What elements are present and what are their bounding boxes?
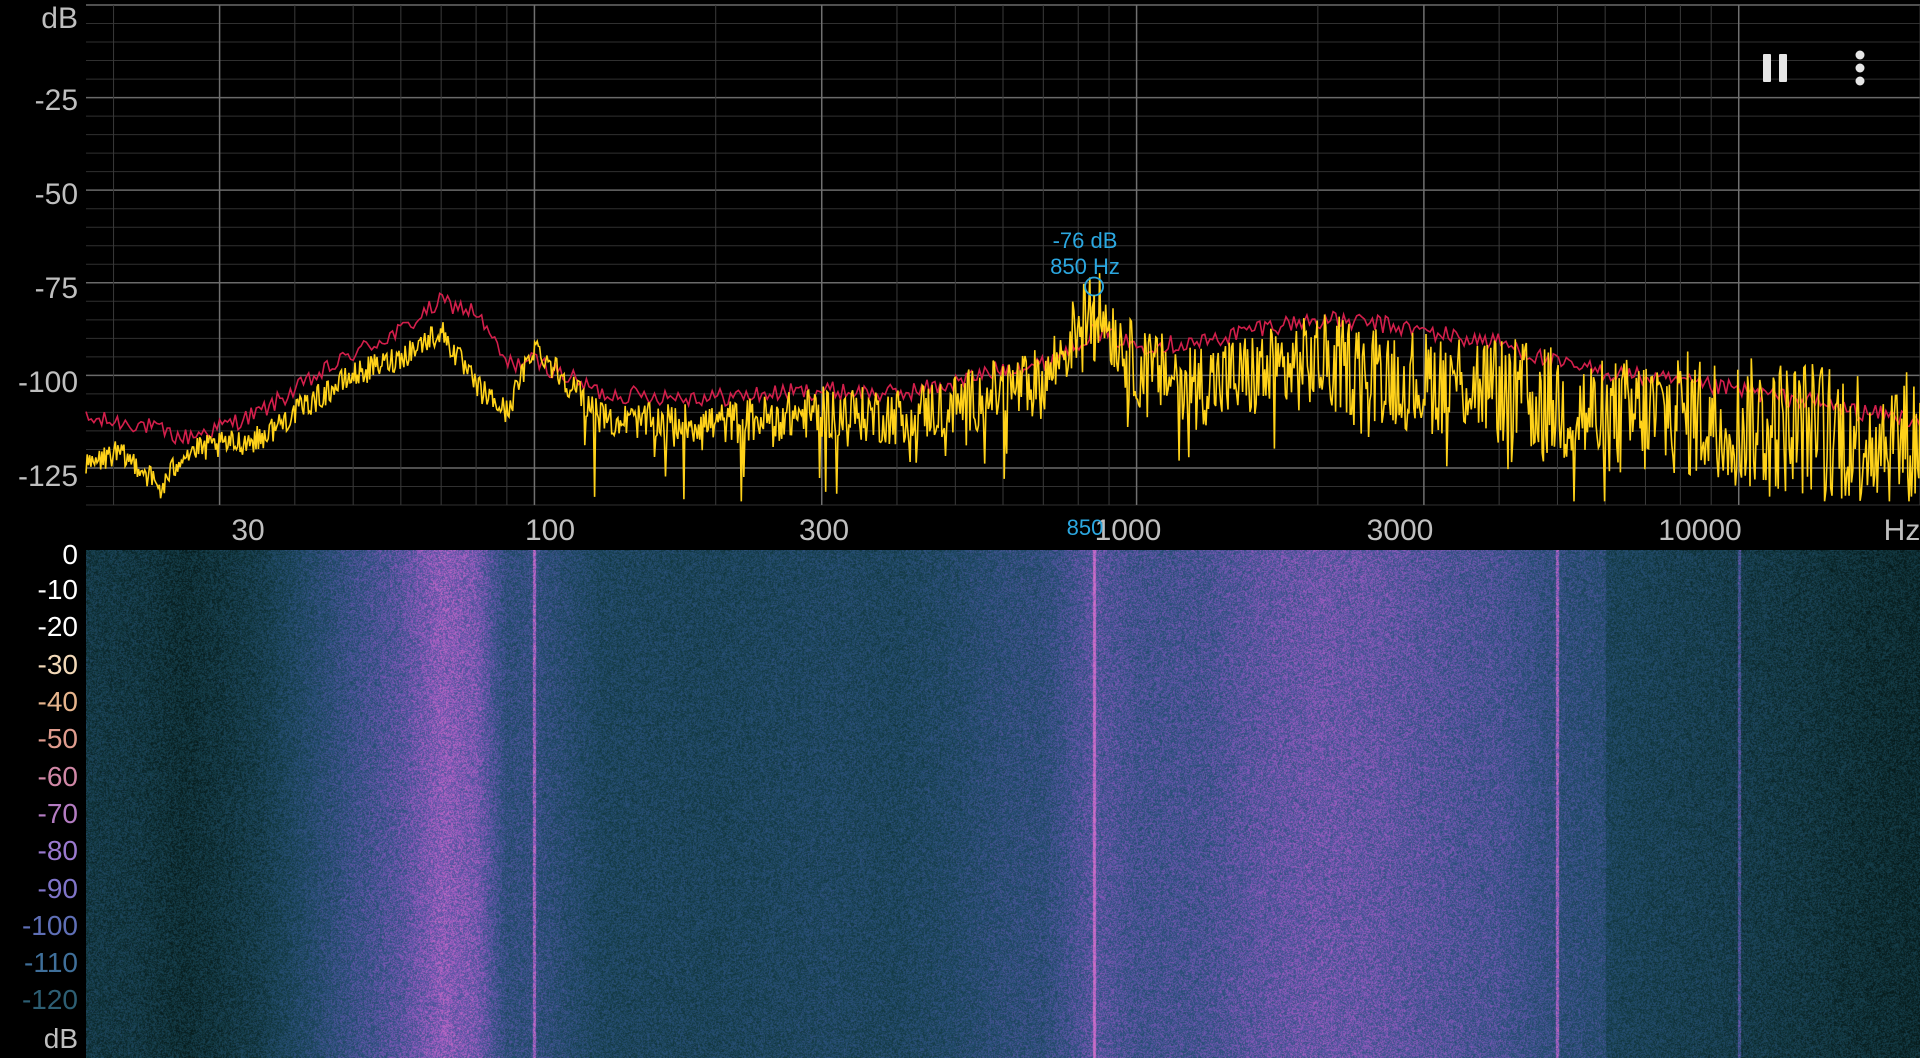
spectrogram-waterfall[interactable] — [86, 550, 1920, 1058]
peak-frequency-label: 850 Hz — [1050, 254, 1120, 279]
scale-label: -110 — [24, 947, 78, 978]
scale-label: -10 — [37, 574, 78, 605]
scale-label: -70 — [37, 798, 78, 829]
scale-label: -100 — [21, 910, 78, 941]
more-vertical-icon — [1855, 50, 1865, 86]
scale-label: -40 — [37, 686, 78, 717]
x-tick-label: 30 — [231, 514, 265, 547]
y-tick-label: -25 — [34, 84, 78, 117]
scale-label: 0 — [62, 539, 78, 570]
pause-icon — [1763, 54, 1787, 82]
scale-label: -60 — [37, 761, 78, 792]
scale-label: -30 — [37, 649, 78, 680]
peak-level-label: -76 dB — [1052, 228, 1118, 253]
y-tick-label: -75 — [34, 272, 78, 305]
scale-label: -80 — [37, 835, 78, 866]
more-options-button[interactable] — [1832, 40, 1888, 96]
y-tick-label: -125 — [17, 460, 78, 493]
x-axis-unit-label: Hz — [1883, 514, 1920, 547]
x-tick-label: 100 — [524, 514, 576, 547]
pause-button[interactable] — [1748, 40, 1804, 96]
y-axis-unit-label: dB — [41, 2, 78, 35]
x-tick-label: 3000 — [1366, 514, 1434, 547]
x-tick-label: 1000 — [1094, 514, 1162, 547]
scale-label: -50 — [37, 723, 78, 754]
scale-unit-label: dB — [43, 1023, 78, 1054]
spectrum-chart[interactable] — [0, 0, 1920, 545]
y-tick-label: -50 — [34, 178, 78, 211]
y-tick-label: -100 — [17, 366, 78, 399]
scale-label: -120 — [21, 984, 78, 1015]
scale-label: -90 — [37, 873, 78, 904]
x-tick-label: 10000 — [1658, 514, 1742, 547]
x-tick-label: 300 — [798, 514, 850, 547]
scale-label: -20 — [37, 611, 78, 642]
peak-axis-label: 850 — [1066, 515, 1104, 540]
spectrum-analyzer-app: dB -25 -50 -75 -100 -125 30 100 300 1000… — [0, 0, 1920, 1058]
